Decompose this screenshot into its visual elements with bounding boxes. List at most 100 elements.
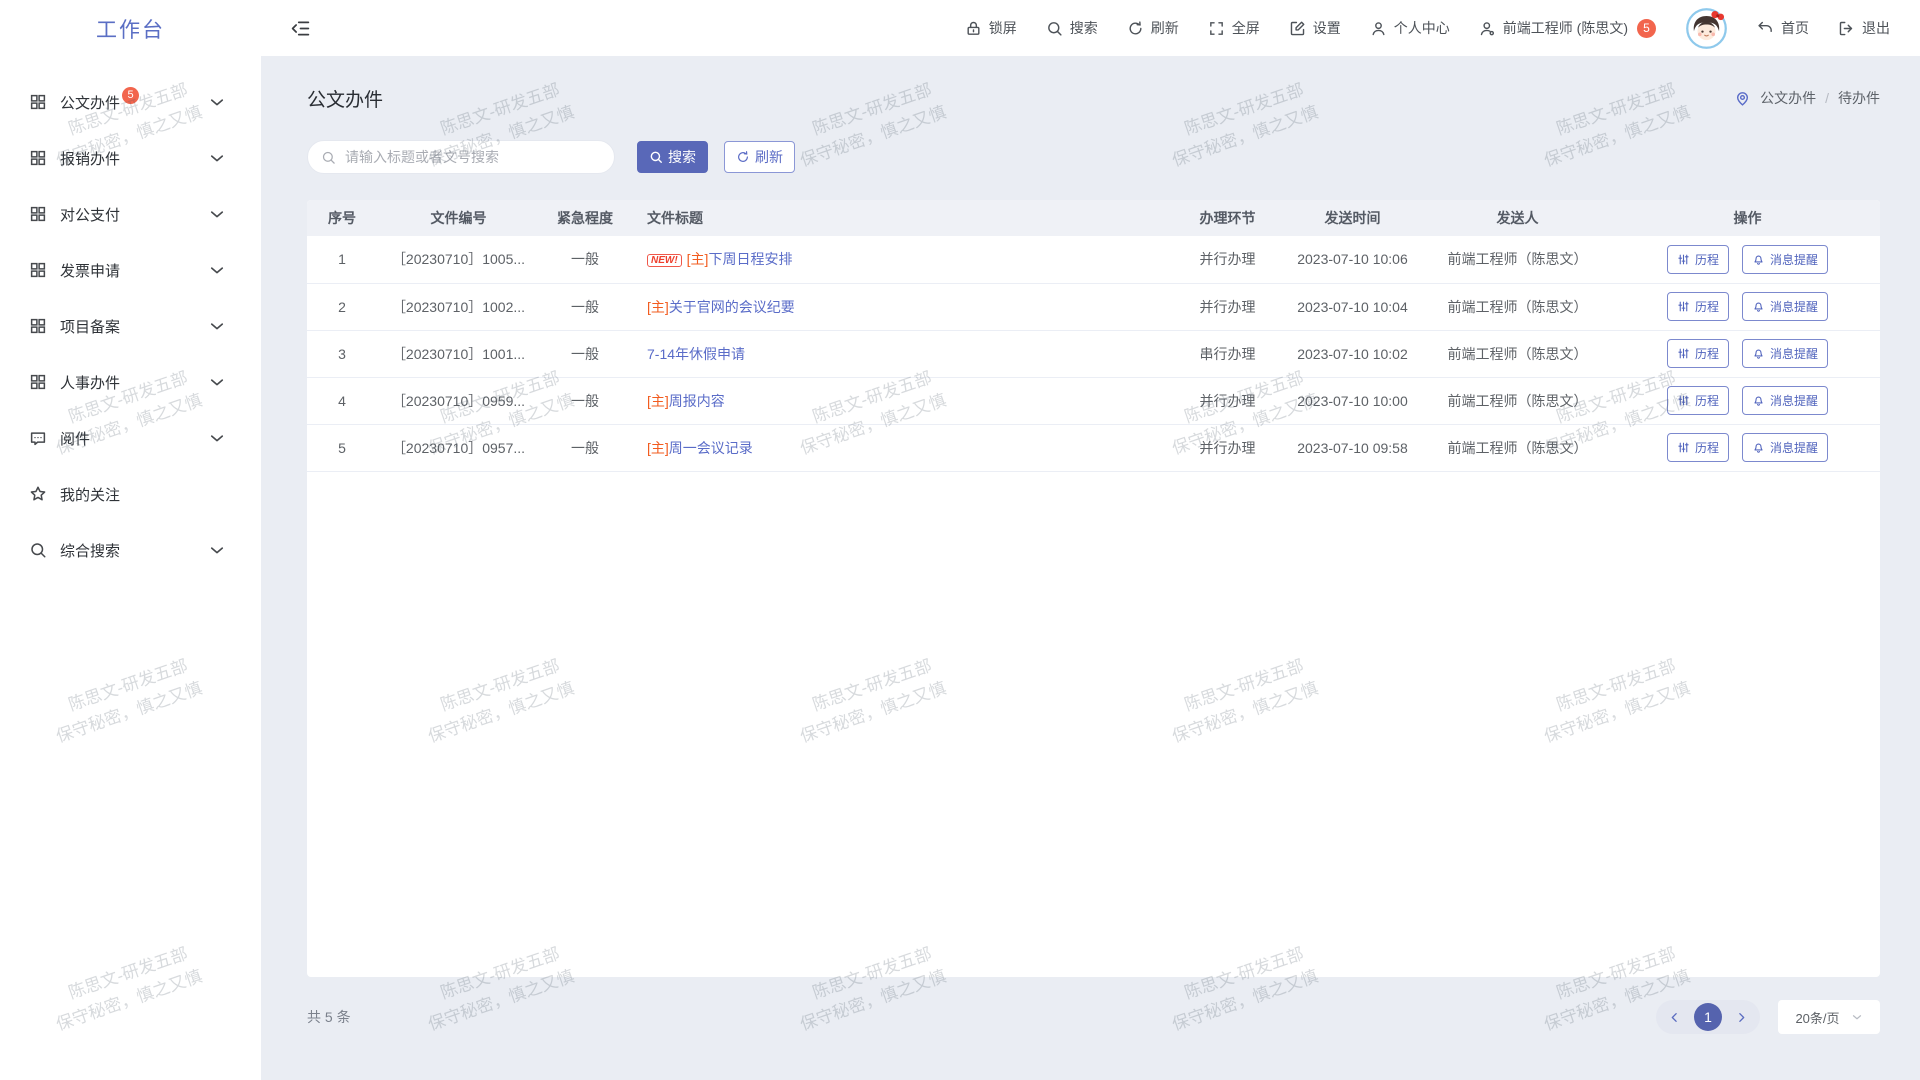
search-box (307, 140, 615, 174)
cell-step: 并行办理 (1170, 236, 1285, 283)
bell-icon (1752, 394, 1765, 407)
refresh-button[interactable]: 刷新 (724, 141, 795, 173)
sidebar-item-hr[interactable]: 人事办件 (0, 360, 261, 404)
sidebar-item-follow[interactable]: 我的关注 (0, 472, 261, 516)
history-button[interactable]: 历程 (1667, 386, 1729, 415)
table-row: 4［20230710］0959...一般[主]周报内容并行办理2023-07-1… (307, 377, 1880, 424)
refresh-icon (1127, 20, 1144, 37)
doc-title-link[interactable]: 周报内容 (669, 393, 725, 409)
topbar-search[interactable]: 搜索 (1046, 18, 1098, 38)
next-page-button[interactable] (1735, 1011, 1748, 1024)
topbar-fullscreen-label: 全屏 (1232, 18, 1260, 38)
sidebar-menu: 公文办件5 报销办件对公支付发票申请项目备案人事办件阅件我的关注综合搜索 (0, 58, 261, 584)
cell-step: 并行办理 (1170, 424, 1285, 471)
topbar-lock-label: 锁屏 (989, 18, 1017, 38)
sliders-icon (1677, 394, 1690, 407)
content-header: 公文办件 公文办件 / 待办件 (307, 76, 1880, 120)
sidebar-item-project[interactable]: 项目备案 (0, 304, 261, 348)
topbar-logout[interactable]: 退出 (1838, 18, 1890, 38)
cell-urgency: 一般 (540, 283, 630, 330)
sidebar-item-label: 公文办件 (60, 92, 120, 113)
sidebar-item-reimburse[interactable]: 报销办件 (0, 136, 261, 180)
prev-page-button[interactable] (1668, 1011, 1681, 1024)
topbar-settings[interactable]: 设置 (1289, 18, 1341, 38)
bell-icon (1752, 253, 1765, 266)
table-row: 1［20230710］1005...一般NEW![主]下周日程安排并行办理202… (307, 236, 1880, 283)
column-header: 序号 (307, 200, 377, 236)
breadcrumb: 公文办件 / 待办件 (1734, 88, 1880, 108)
sidebar-item-docs[interactable]: 公文办件5 (0, 80, 261, 124)
cell-title: NEW![主]下周日程安排 (630, 236, 1170, 283)
cell-title: [主]周报内容 (630, 377, 1170, 424)
notify-button[interactable]: 消息提醒 (1742, 386, 1828, 415)
history-button[interactable]: 历程 (1667, 245, 1729, 274)
history-button[interactable]: 历程 (1667, 292, 1729, 321)
topbar-user[interactable]: 前端工程师 (陈思文)5 (1479, 18, 1656, 38)
history-button-label: 历程 (1695, 251, 1719, 268)
grid-icon (29, 373, 47, 391)
main-pane: 锁屏搜索刷新全屏设置个人中心前端工程师 (陈思文)5首页退出 公文办件 公文办件… (261, 0, 1920, 1080)
new-badge: NEW! (647, 254, 682, 267)
topbar-profile[interactable]: 个人中心 (1370, 18, 1450, 38)
chevron-down-icon (1851, 1011, 1863, 1023)
cell-index: 1 (307, 236, 377, 283)
current-page[interactable]: 1 (1694, 1003, 1722, 1031)
sidebar-item-label: 项目备案 (60, 316, 120, 337)
cell-time: 2023-07-10 10:04 (1285, 283, 1420, 330)
notify-button-label: 消息提醒 (1770, 345, 1818, 362)
sidebar-item-combined-search[interactable]: 综合搜索 (0, 528, 261, 572)
sidebar-item-read[interactable]: 阅件 (0, 416, 261, 460)
sidebar-badge: 5 (122, 87, 139, 104)
table-row: 5［20230710］0957...一般[主]周一会议记录并行办理2023-07… (307, 424, 1880, 471)
history-button[interactable]: 历程 (1667, 433, 1729, 462)
history-button[interactable]: 历程 (1667, 339, 1729, 368)
doc-title-link[interactable]: 7-14年休假申请 (647, 346, 745, 362)
sidebar-item-payment[interactable]: 对公支付 (0, 192, 261, 236)
cell-sender: 前端工程师（陈思文） (1420, 283, 1615, 330)
search-button-label: 搜索 (668, 147, 696, 167)
doc-title-link[interactable]: 周一会议记录 (669, 440, 753, 456)
grid-icon (29, 93, 47, 111)
page-size-select[interactable]: 20条/页 (1778, 1000, 1880, 1034)
search-input[interactable] (345, 149, 601, 165)
cell-time: 2023-07-10 10:00 (1285, 377, 1420, 424)
notify-button[interactable]: 消息提醒 (1742, 433, 1828, 462)
history-button-label: 历程 (1695, 392, 1719, 409)
cell-actions: 历程 消息提醒 (1615, 330, 1880, 377)
user-avatar[interactable] (1685, 7, 1728, 50)
topbar: 锁屏 搜索 刷新 全屏 设置 个人中心 前端工程师 (陈思文)5 首页 退出 (261, 0, 1920, 56)
location-pin-icon (1734, 90, 1751, 107)
topbar-home[interactable]: 首页 (1757, 18, 1809, 38)
topbar-lock[interactable]: 锁屏 (965, 18, 1017, 38)
cell-sender: 前端工程师（陈思文） (1420, 377, 1615, 424)
search-icon (29, 541, 47, 559)
collapse-sidebar-icon[interactable] (290, 18, 311, 39)
topbar-refresh[interactable]: 刷新 (1127, 18, 1179, 38)
cell-doc-no: ［20230710］0959... (377, 377, 540, 424)
search-button[interactable]: 搜索 (637, 141, 708, 173)
edit-square-icon (1289, 20, 1306, 37)
breadcrumb-separator: / (1825, 90, 1829, 106)
cell-doc-no: ［20230710］1005... (377, 236, 540, 283)
notify-button-label: 消息提醒 (1770, 298, 1818, 315)
comment-icon (29, 429, 47, 447)
sliders-icon (1677, 253, 1690, 266)
notify-button[interactable]: 消息提醒 (1742, 245, 1828, 274)
refresh-icon (736, 150, 750, 164)
chevron-down-icon (208, 149, 226, 167)
sliders-icon (1677, 300, 1690, 313)
cell-actions: 历程 消息提醒 (1615, 236, 1880, 283)
breadcrumb-root[interactable]: 公文办件 (1760, 88, 1816, 108)
doc-title-link[interactable]: 下周日程安排 (708, 251, 792, 267)
table-row: 2［20230710］1002...一般[主]关于官网的会议纪要并行办理2023… (307, 283, 1880, 330)
notify-button-label: 消息提醒 (1770, 392, 1818, 409)
doc-title-link[interactable]: 关于官网的会议纪要 (669, 299, 795, 315)
sidebar-item-invoice[interactable]: 发票申请 (0, 248, 261, 292)
notify-button[interactable]: 消息提醒 (1742, 339, 1828, 368)
topbar-fullscreen[interactable]: 全屏 (1208, 18, 1260, 38)
notify-button[interactable]: 消息提醒 (1742, 292, 1828, 321)
search-icon (321, 150, 336, 165)
breadcrumb-current: 待办件 (1838, 88, 1880, 108)
documents-table: 序号文件编号紧急程度文件标题办理环节发送时间发送人操作 1［20230710］1… (307, 200, 1880, 472)
table-row: 3［20230710］1001...一般7-14年休假申请串行办理2023-07… (307, 330, 1880, 377)
